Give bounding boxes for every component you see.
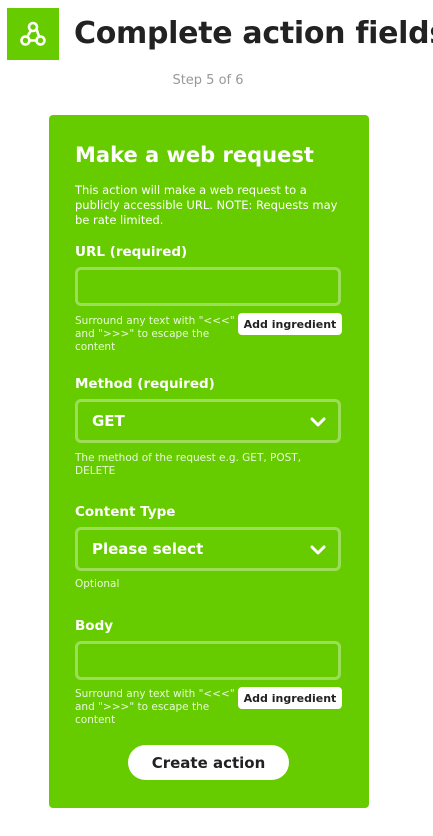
webhooks-icon	[7, 8, 59, 60]
body-input[interactable]	[75, 641, 341, 680]
chevron-down-icon	[310, 412, 326, 431]
content-type-selected-value: Please select	[92, 540, 204, 558]
create-action-button[interactable]: Create action	[128, 745, 289, 780]
content-type-label: Content Type	[75, 504, 176, 520]
content-type-select[interactable]: Please select	[75, 527, 341, 571]
method-label: Method (required)	[75, 376, 215, 392]
body-label: Body	[75, 618, 114, 634]
card-title: Make a web request	[75, 143, 314, 167]
method-selected-value: GET	[92, 412, 125, 430]
method-helper-text: The method of the request e.g. GET, POST…	[75, 452, 302, 477]
content-type-helper-text: Optional	[75, 578, 120, 590]
action-fields-card: Make a web request This action will make…	[49, 115, 369, 808]
body-helper-text: Surround any text with "<<<" and ">>>" t…	[75, 688, 235, 726]
body-add-ingredient-button[interactable]: Add ingredient	[238, 687, 342, 709]
url-input[interactable]	[75, 267, 341, 306]
step-indicator: Step 5 of 6	[172, 73, 244, 88]
url-helper-text: Surround any text with "<<<" and ">>>" t…	[75, 315, 235, 353]
page-title: Complete action fields	[74, 16, 433, 51]
page-header: Complete action fields Step 5 of 6	[0, 0, 433, 110]
url-label: URL (required)	[75, 244, 188, 260]
method-select[interactable]: GET	[75, 399, 341, 443]
chevron-down-icon	[310, 540, 326, 559]
card-description: This action will make a web request to a…	[75, 183, 338, 227]
url-add-ingredient-button[interactable]: Add ingredient	[238, 313, 342, 335]
